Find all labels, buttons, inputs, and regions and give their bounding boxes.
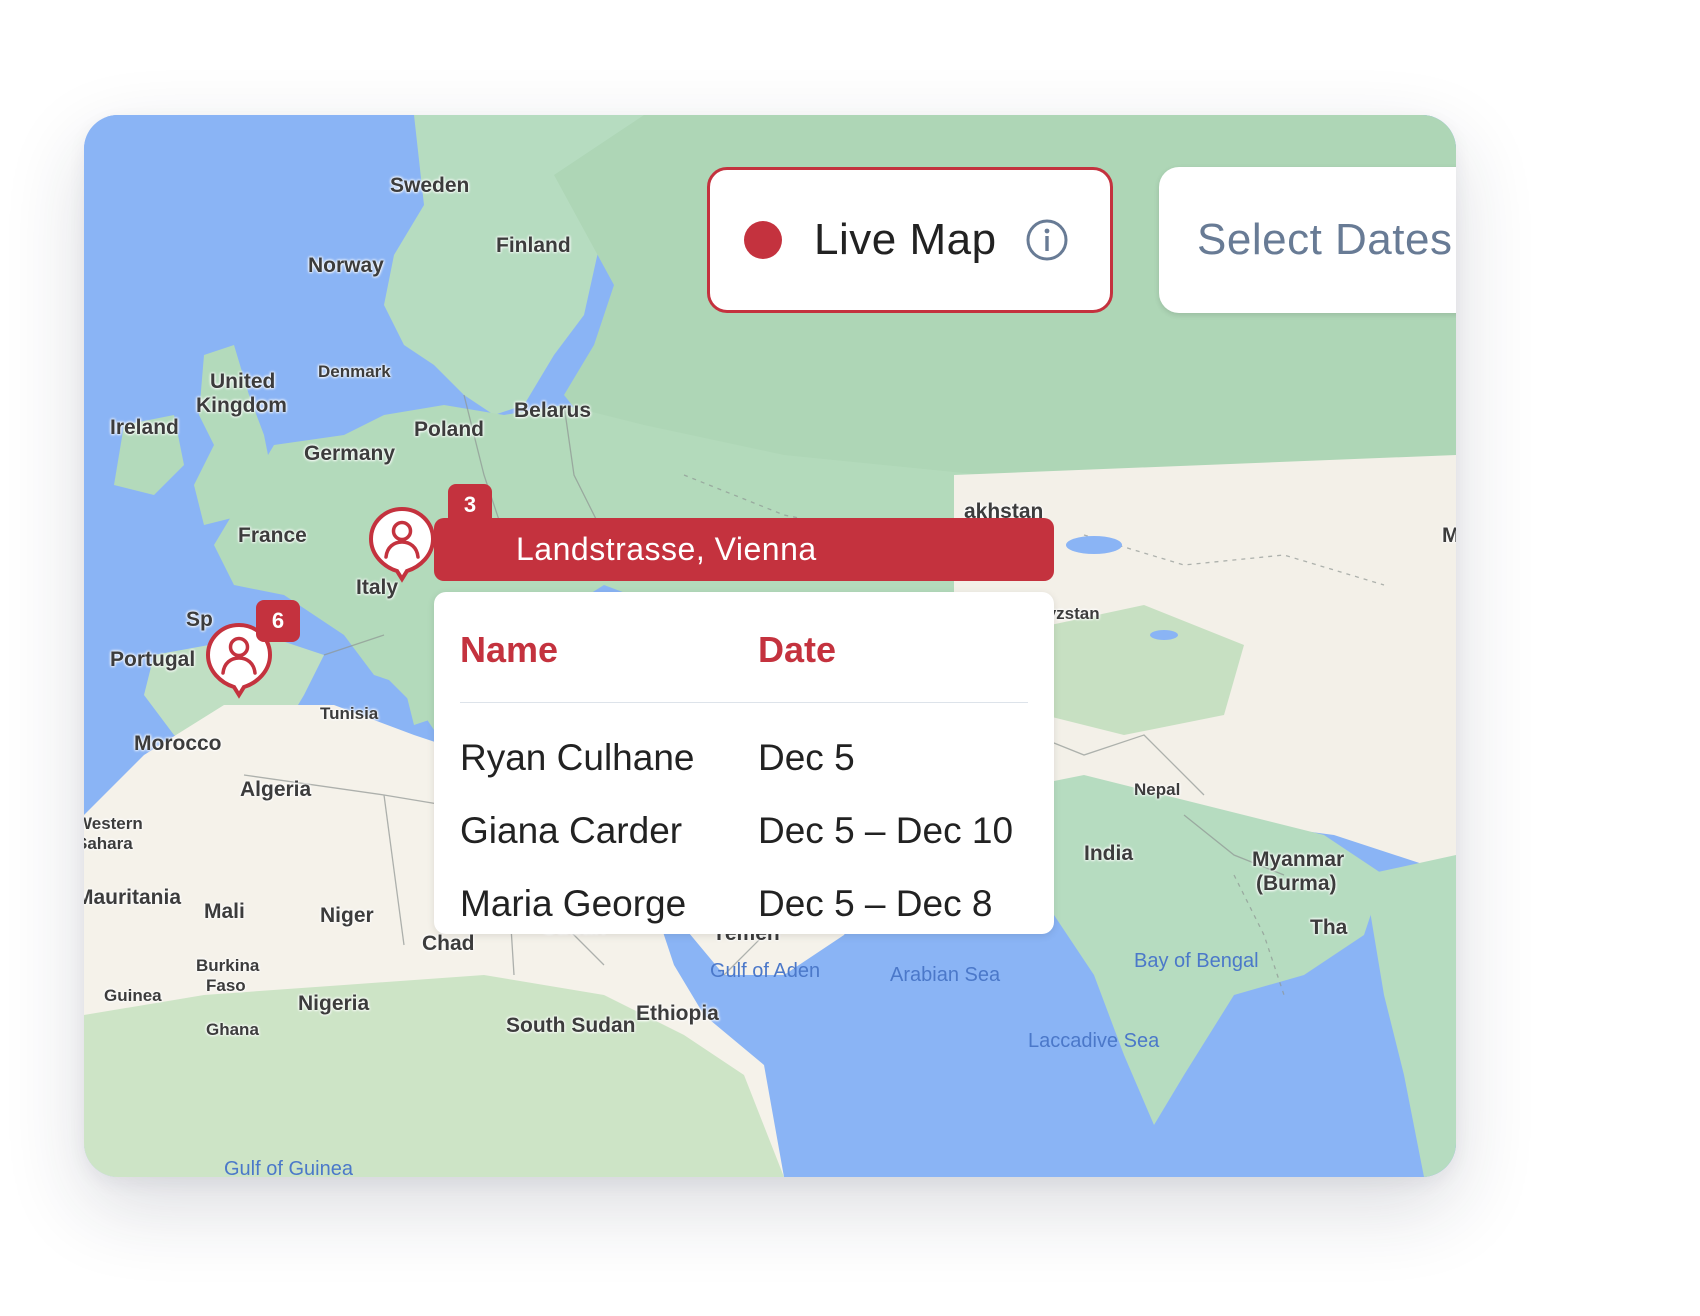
table-row: Ryan Culhane Dec 5 [460, 721, 1028, 794]
row-date: Dec 5 [758, 736, 855, 778]
marker-count-badge: 3 [448, 484, 492, 526]
map-label-mongolia: M [1442, 524, 1456, 547]
map-label-belarus: Belarus [514, 399, 592, 422]
map-label-burkina-faso-2: Faso [206, 976, 246, 995]
live-map-toggle[interactable]: Live Map [707, 167, 1113, 313]
marker-count-badge: 6 [256, 600, 300, 642]
map-label-united-kingdom-1: United [210, 370, 276, 393]
map-label-gulf-of-guinea: Gulf of Guinea [224, 1158, 353, 1178]
map-label-niger: Niger [320, 904, 374, 927]
map-label-mali: Mali [204, 900, 245, 923]
user-pin-icon[interactable] [367, 505, 437, 587]
map-label-myanmar-2: (Burma) [1256, 872, 1337, 895]
live-map-card: Sweden Finland Norway United Kingdom Ire… [84, 115, 1456, 1177]
map-label-arabian-sea: Arabian Sea [890, 964, 1001, 986]
row-name: Maria George [460, 882, 687, 924]
popup-table-header: Name Date [460, 622, 1028, 703]
map-label-sweden: Sweden [390, 174, 470, 197]
row-date: Dec 5 – Dec 10 [758, 809, 1014, 851]
map-label-western-sahara-1: Western [84, 814, 143, 833]
live-indicator-dot [744, 221, 782, 259]
map-label-myanmar-1: Myanmar [1252, 848, 1345, 871]
column-header-name: Name [460, 629, 559, 670]
location-name: Landstrasse, Vienna [516, 531, 817, 567]
map-label-tunisia: Tunisia [320, 704, 379, 723]
map-label-nigeria: Nigeria [298, 992, 370, 1015]
map-label-bay-of-bengal: Bay of Bengal [1134, 950, 1259, 972]
row-date: Dec 5 – Dec 8 [758, 882, 993, 924]
table-row: Maria George Dec 5 – Dec 8 [460, 867, 1028, 940]
map-label-guinea: Guinea [104, 986, 162, 1005]
map-label-ghana: Ghana [206, 1020, 259, 1039]
map-label-thailand: Tha [1310, 916, 1348, 939]
select-dates-input[interactable]: Select Dates [1159, 167, 1456, 313]
table-row: Giana Carder Dec 5 – Dec 10 [460, 794, 1028, 867]
map-label-france: France [238, 524, 307, 547]
map-label-portugal: Portugal [110, 648, 196, 671]
map-label-united-kingdom-2: Kingdom [196, 394, 287, 417]
map-label-finland: Finland [496, 234, 571, 257]
map-label-ethiopia: Ethiopia [636, 1002, 719, 1025]
map-label-algeria: Algeria [240, 778, 312, 801]
row-name: Ryan Culhane [460, 736, 695, 778]
map-label-morocco: Morocco [134, 732, 222, 755]
map-label-laccadive-sea: Laccadive Sea [1028, 1030, 1160, 1052]
location-popup: Name Date Ryan Culhane Dec 5 Giana Carde… [434, 592, 1054, 934]
map-label-south-sudan: South Sudan [506, 1014, 636, 1037]
map-label-germany: Germany [304, 442, 396, 465]
map-label-norway: Norway [308, 254, 384, 277]
map-label-gulf-of-aden: Gulf of Aden [710, 960, 821, 982]
location-header: Landstrasse, Vienna [434, 518, 1054, 581]
map-label-india: India [1084, 842, 1134, 865]
map-label-mauritania: Mauritania [84, 886, 182, 909]
column-header-date: Date [758, 629, 837, 670]
live-map-label: Live Map [814, 215, 997, 264]
lake-issyk-kul [1150, 630, 1178, 640]
map-label-nepal: Nepal [1134, 780, 1181, 799]
map-label-burkina-faso-1: Burkina [196, 956, 260, 975]
map-label-western-sahara-2: Sahara [84, 834, 133, 853]
map-label-denmark: Denmark [318, 362, 391, 381]
row-name: Giana Carder [460, 809, 683, 851]
map-label-poland: Poland [414, 418, 485, 441]
select-dates-placeholder: Select Dates [1197, 215, 1453, 264]
map-label-ireland: Ireland [110, 416, 179, 439]
info-circle-icon[interactable] [1025, 218, 1069, 262]
lake-balkhash [1066, 536, 1122, 554]
